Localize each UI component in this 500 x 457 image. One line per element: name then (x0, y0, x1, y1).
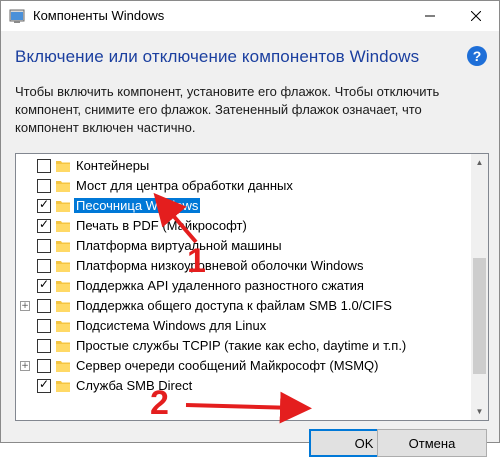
step-1-label: 1 (187, 242, 206, 280)
annotation-overlay (153, 192, 312, 424)
step-2-label: 2 (150, 384, 169, 422)
arrow-to-ok (185, 391, 312, 424)
arrow-to-sandbox (153, 192, 198, 244)
